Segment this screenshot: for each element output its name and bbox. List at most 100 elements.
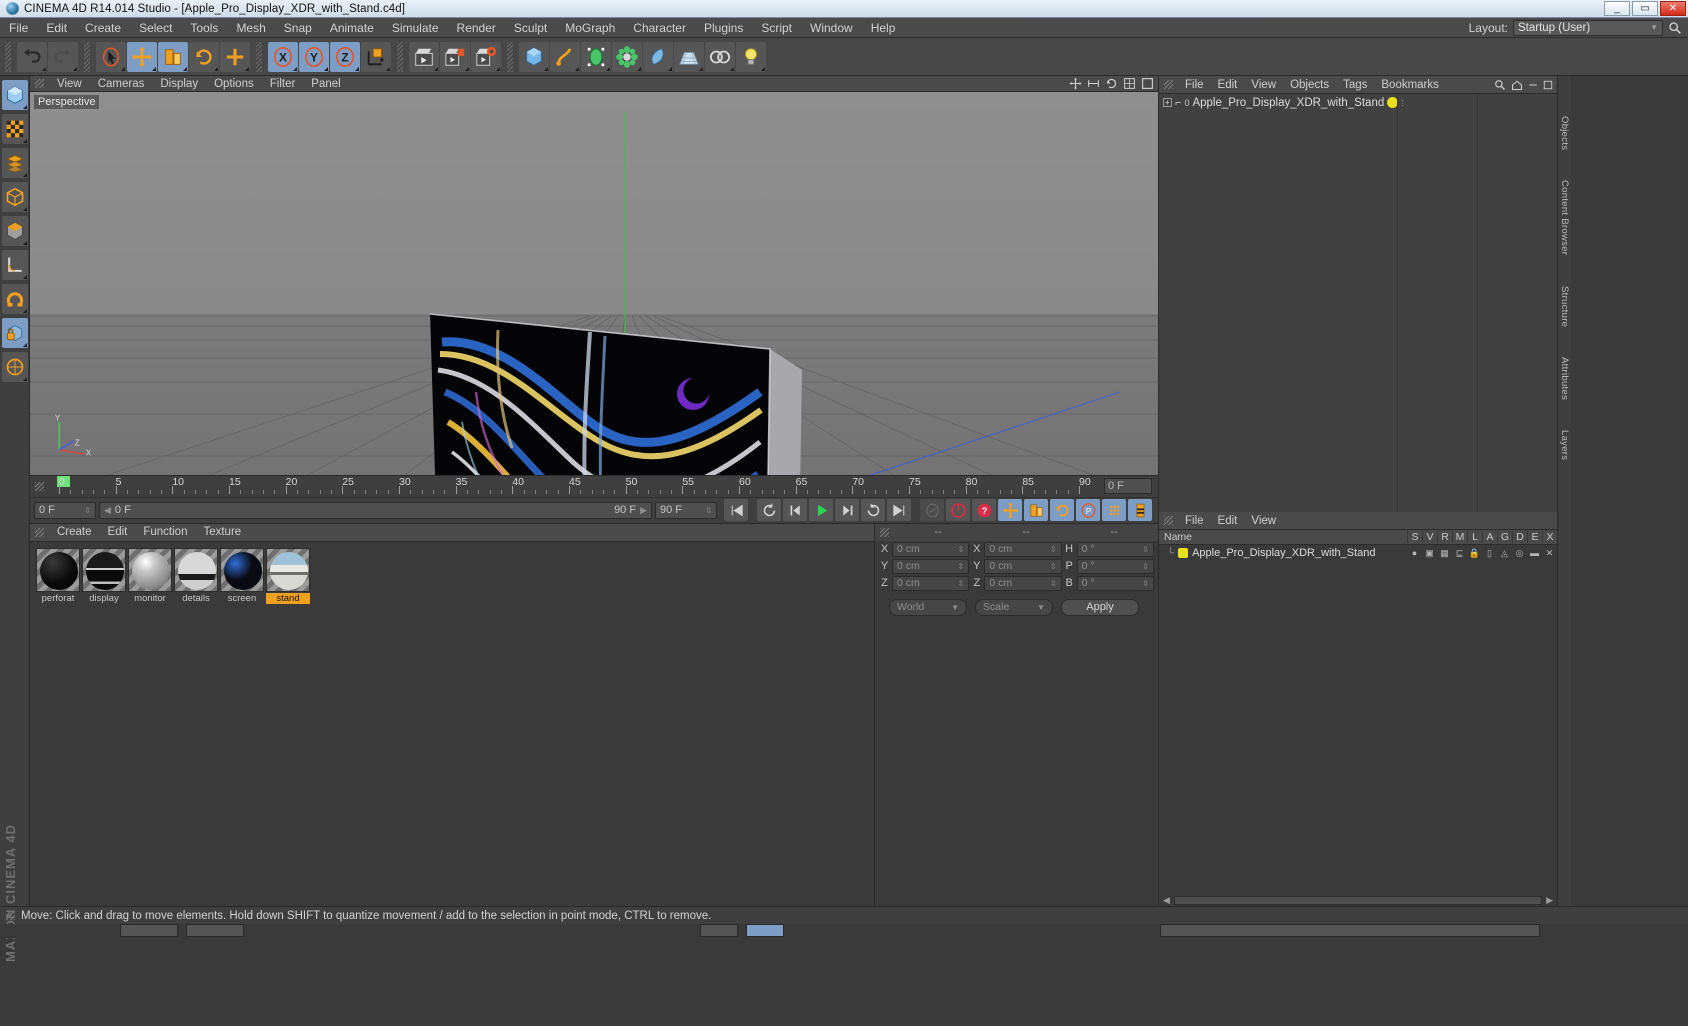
scale-key-button[interactable]: [1024, 499, 1048, 521]
menu-simulate[interactable]: Simulate: [383, 18, 448, 38]
object-name[interactable]: Apple_Pro_Display_XDR_with_Stand: [1192, 97, 1384, 109]
record-key-button[interactable]: [946, 499, 970, 521]
window-controls[interactable]: _ ▭ ✕: [1604, 1, 1686, 16]
layermgr-menu-view[interactable]: View: [1244, 512, 1283, 530]
layer-col-v[interactable]: V: [1422, 531, 1437, 543]
texture-mode-button[interactable]: [2, 114, 28, 144]
range-left-arrow-icon[interactable]: ◀: [104, 505, 111, 516]
menu-plugins[interactable]: Plugins: [695, 18, 752, 38]
points-mode-button[interactable]: [2, 148, 28, 178]
material-preview[interactable]: [266, 548, 310, 592]
spinner-icon[interactable]: ⇳: [958, 562, 965, 571]
add-spline-button[interactable]: [550, 42, 580, 72]
scroll-left-icon[interactable]: ◀: [1159, 895, 1174, 906]
material-item[interactable]: monitor: [128, 548, 172, 604]
spinner-icon[interactable]: ⇳: [1050, 562, 1057, 571]
viewport-nav-icons[interactable]: [1069, 77, 1154, 90]
layer-col-m[interactable]: M: [1452, 531, 1467, 543]
layer-col-e[interactable]: E: [1527, 531, 1542, 543]
material-item[interactable]: details: [174, 548, 218, 604]
add-tool[interactable]: [220, 42, 250, 72]
layer-col-r[interactable]: R: [1437, 531, 1452, 543]
layermgr-menu-edit[interactable]: Edit: [1211, 512, 1245, 530]
edges-mode-button[interactable]: [2, 182, 28, 212]
drag-grip-icon[interactable]: [35, 528, 44, 537]
play-backwards-button[interactable]: [757, 499, 781, 521]
lock-z-axis-button[interactable]: Z: [330, 42, 360, 72]
menu-window[interactable]: Window: [801, 18, 862, 38]
taskbar-chip[interactable]: [1160, 924, 1540, 937]
model-mode-button[interactable]: [2, 80, 28, 110]
play-button[interactable]: [809, 499, 833, 521]
environment-button[interactable]: [674, 42, 704, 72]
world-object-coordinate-button[interactable]: [361, 42, 391, 72]
coord-rotation-field[interactable]: 0 °⇳: [1077, 559, 1154, 574]
objectmgr-menu-bookmarks[interactable]: Bookmarks: [1374, 76, 1446, 94]
toolbar-grip[interactable]: [84, 42, 90, 72]
menu-render[interactable]: Render: [448, 18, 505, 38]
vertical-tab-attributes[interactable]: Attributes: [1559, 357, 1570, 400]
layer-generators-toggle[interactable]: ◬: [1497, 548, 1512, 559]
step-back-button[interactable]: [783, 499, 807, 521]
camera-button[interactable]: [705, 42, 735, 72]
light-button[interactable]: [736, 42, 766, 72]
drag-grip-icon[interactable]: [1164, 80, 1173, 89]
zoom-camera-icon[interactable]: [1087, 77, 1100, 90]
menu-sculpt[interactable]: Sculpt: [505, 18, 556, 38]
material-item[interactable]: screen: [220, 548, 264, 604]
render-view-button[interactable]: [409, 42, 439, 72]
layer-animation-toggle[interactable]: ▯: [1482, 548, 1497, 559]
enable-axis-button[interactable]: [2, 284, 28, 314]
rotate-tool[interactable]: [189, 42, 219, 72]
taskbar-chip[interactable]: [186, 924, 244, 937]
search-icon[interactable]: [1668, 21, 1682, 35]
menu-help[interactable]: Help: [862, 18, 905, 38]
coord-size-field[interactable]: 0 cm⇳: [984, 576, 1061, 591]
maximize-view-icon[interactable]: [1141, 77, 1154, 90]
maximize-button[interactable]: ▭: [1632, 1, 1658, 16]
objectmgr-menu-edit[interactable]: Edit: [1211, 76, 1245, 94]
polygons-mode-button[interactable]: [2, 216, 28, 246]
menu-tools[interactable]: Tools: [181, 18, 227, 38]
menu-edit[interactable]: Edit: [37, 18, 76, 38]
taskbar-chip[interactable]: [120, 924, 178, 937]
scale-tool[interactable]: [158, 42, 188, 72]
drag-grip-icon[interactable]: [35, 79, 44, 88]
viewport-solo-button[interactable]: [2, 318, 28, 348]
current-frame-field[interactable]: 0 F: [1104, 478, 1152, 494]
material-preview[interactable]: [128, 548, 172, 592]
spinner-icon[interactable]: ⇳: [958, 579, 965, 588]
drag-grip-icon[interactable]: [880, 528, 889, 537]
material-item[interactable]: display: [82, 548, 126, 604]
live-selection-tool[interactable]: [96, 42, 126, 72]
menu-snap[interactable]: Snap: [275, 18, 321, 38]
add-cube-button[interactable]: [519, 42, 549, 72]
spinner-icon[interactable]: ⇳: [1142, 579, 1149, 588]
view-layout-icon[interactable]: [1123, 77, 1136, 90]
autokeying-button[interactable]: [1128, 499, 1152, 521]
drag-grip-icon[interactable]: [1164, 516, 1173, 525]
rotate-camera-icon[interactable]: [1105, 77, 1118, 90]
coord-rotation-field[interactable]: 0 °⇳: [1077, 576, 1154, 591]
layer-col-x[interactable]: X: [1542, 531, 1557, 543]
render-region-button[interactable]: [440, 42, 470, 72]
menu-script[interactable]: Script: [752, 18, 801, 38]
home-icon[interactable]: [1511, 79, 1523, 91]
viewport-menu-options[interactable]: Options: [206, 76, 262, 92]
material-menu-function[interactable]: Function: [135, 523, 195, 541]
viewport-menu-panel[interactable]: Panel: [303, 76, 348, 92]
close-button[interactable]: ✕: [1660, 1, 1686, 16]
scene-object-button[interactable]: [643, 42, 673, 72]
coordinate-system-dropdown[interactable]: World ▼: [889, 599, 967, 616]
material-swatch-list[interactable]: perforatdisplaymonitordetailsscreenstand: [30, 542, 874, 907]
goto-start-button[interactable]: [724, 499, 748, 521]
range-right-arrow-icon[interactable]: ▶: [640, 505, 647, 516]
menu-animate[interactable]: Animate: [321, 18, 383, 38]
layout-dropdown[interactable]: Startup (User) ▼: [1513, 20, 1663, 36]
viewport-menu-display[interactable]: Display: [152, 76, 206, 92]
coord-position-field[interactable]: 0 cm⇳: [892, 559, 969, 574]
toolbar-grip[interactable]: [256, 42, 262, 72]
toolbar-grip[interactable]: [507, 42, 513, 72]
material-item[interactable]: perforat: [36, 548, 80, 604]
layer-expressions-toggle[interactable]: ▬: [1527, 548, 1542, 558]
